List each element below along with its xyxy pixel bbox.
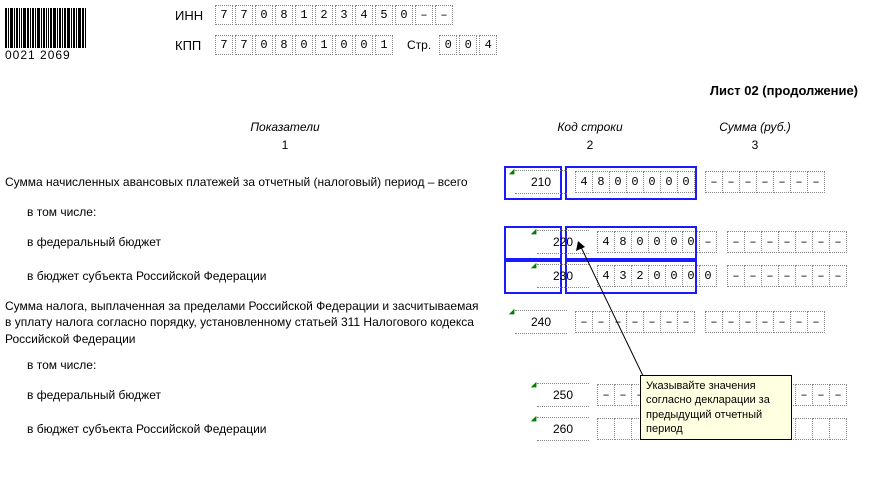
inn-cell: 1 (295, 5, 313, 25)
page-cell: 0 (439, 35, 457, 55)
kpp-cell: 7 (215, 35, 233, 55)
inn-cell: 0 (395, 5, 413, 25)
page-cell: 0 (459, 35, 477, 55)
including-label: в том числе: (5, 204, 517, 220)
col-header-sum: Сумма (руб.) (655, 120, 855, 134)
inn-cell: 2 (315, 5, 333, 25)
row-210-sum1: 4 8 0 0 0 0 0 (575, 171, 695, 193)
kpp-label: КПП (175, 38, 215, 53)
row-240-label: Сумма налога, выплаченная за пределами Р… (5, 298, 495, 347)
annotation-tooltip: Указывайте значения согласно декларации … (640, 375, 792, 440)
inn-cell: 5 (375, 5, 393, 25)
row-240: Сумма налога, выплаченная за пределами Р… (5, 298, 868, 347)
col-num-2: 2 (525, 138, 655, 152)
row-240-sum1: – – – – – – – (575, 311, 695, 333)
inn-cell: 4 (355, 5, 373, 25)
col-num-3: 3 (655, 138, 855, 152)
row-incl: в том числе: (5, 204, 868, 220)
barcode-number: 0021 2069 (5, 48, 105, 62)
inn-cell: – (415, 5, 433, 25)
row-230-code: 230 (537, 264, 589, 288)
row-240-code: 240 (515, 310, 567, 334)
kpp-cell: 0 (335, 35, 353, 55)
kpp-cell: 0 (295, 35, 313, 55)
row-250-code: 250 (537, 383, 589, 407)
inn-cell: 7 (235, 5, 253, 25)
inn-cell: 3 (335, 5, 353, 25)
kpp-cells: 7 7 0 8 0 1 0 0 1 (215, 35, 395, 55)
inn-cell: – (435, 5, 453, 25)
row-210-code: 210 (515, 170, 567, 194)
row-220: в федеральный бюджет 220 4 8 0 0 0 0 – –… (5, 230, 868, 254)
kpp-cell: 7 (235, 35, 253, 55)
kpp-cell: 8 (275, 35, 293, 55)
inn-cell: 7 (215, 5, 233, 25)
page-cell: 4 (479, 35, 497, 55)
kpp-cell: 1 (375, 35, 393, 55)
row-210-sum2: – – – – – – – (705, 171, 825, 193)
row-240-sum2: – – – – – – – (705, 311, 825, 333)
row-210-label: Сумма начисленных авансовых платежей за … (5, 174, 495, 190)
row-220-label: в федеральный бюджет (5, 234, 517, 250)
sheet-title: Лист 02 (продолжение) (5, 83, 868, 98)
inn-cells: 7 7 0 8 1 2 3 4 5 0 – – (215, 5, 455, 25)
row-210: Сумма начисленных авансовых платежей за … (5, 170, 868, 194)
barcode: 0021 2069 (5, 8, 105, 62)
inn-cell: 0 (255, 5, 273, 25)
page-cells: 0 0 4 (439, 35, 499, 55)
row-230-label: в бюджет субъекта Российской Федерации (5, 268, 517, 284)
row-220-sum2: – – – – – – – (727, 231, 847, 253)
row-230-sum1: 4 3 2 0 0 0 0 (597, 265, 717, 287)
kpp-cell: 0 (355, 35, 373, 55)
row-230: в бюджет субъекта Российской Федерации 2… (5, 264, 868, 288)
row-incl2: в том числе: (5, 357, 868, 373)
col-header-indicators: Показатели (5, 120, 525, 134)
including-label-2: в том числе: (5, 357, 517, 373)
row-250-label: в федеральный бюджет (5, 387, 517, 403)
row-220-sum1: 4 8 0 0 0 0 – (597, 231, 717, 253)
row-260-label: в бюджет субъекта Российской Федерации (5, 421, 517, 437)
inn-label: ИНН (175, 8, 215, 23)
row-230-sum2: – – – – – – – (727, 265, 847, 287)
row-260-code: 260 (537, 417, 589, 441)
col-num-1: 1 (5, 138, 525, 152)
kpp-cell: 1 (315, 35, 333, 55)
row-220-code: 220 (537, 230, 589, 254)
inn-cell: 8 (275, 5, 293, 25)
col-header-code: Код строки (525, 120, 655, 134)
page-abbr: Стр. (407, 38, 431, 52)
kpp-cell: 0 (255, 35, 273, 55)
